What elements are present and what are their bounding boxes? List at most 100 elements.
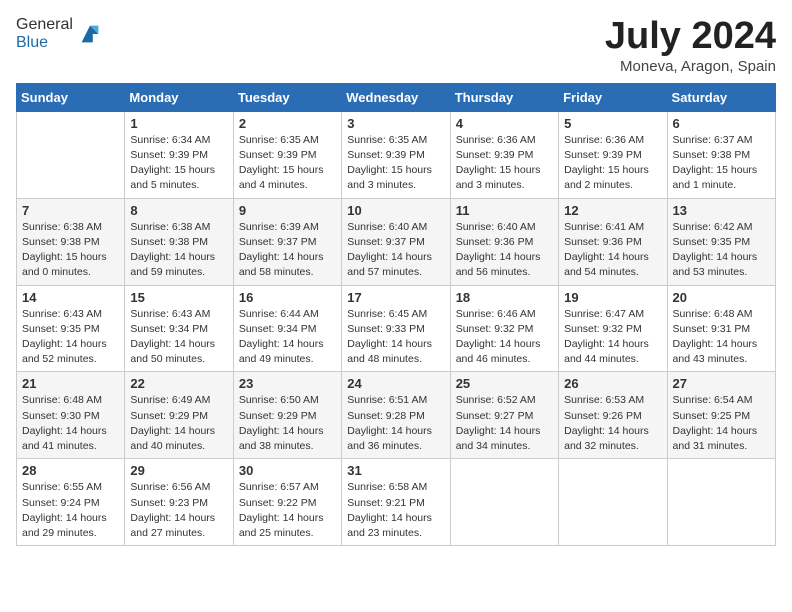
calendar-cell (17, 111, 125, 198)
day-info: Sunrise: 6:42 AMSunset: 9:35 PMDaylight:… (673, 220, 770, 281)
day-info: Sunrise: 6:47 AMSunset: 9:32 PMDaylight:… (564, 307, 661, 368)
day-number: 17 (347, 290, 444, 305)
day-info: Sunrise: 6:50 AMSunset: 9:29 PMDaylight:… (239, 393, 336, 454)
calendar-cell: 3Sunrise: 6:35 AMSunset: 9:39 PMDaylight… (342, 111, 450, 198)
day-info: Sunrise: 6:38 AMSunset: 9:38 PMDaylight:… (130, 220, 227, 281)
day-info: Sunrise: 6:43 AMSunset: 9:34 PMDaylight:… (130, 307, 227, 368)
day-number: 24 (347, 376, 444, 391)
calendar-cell: 16 Sunrise: 6:44 AMSunset: 9:34 PMDayligh… (233, 285, 341, 372)
title-block: July 2024 Moneva, Aragon, Spain (605, 16, 776, 75)
day-info: Sunrise: 6:36 AMSunset: 9:39 PMDaylight:… (456, 133, 553, 194)
day-number: 21 (22, 376, 119, 391)
day-number: 15 (130, 290, 227, 305)
month-title: July 2024 (605, 16, 776, 58)
calendar-week-3: 14 Sunrise: 6:43 AMSunset: 9:35 PMDayligh… (17, 285, 776, 372)
day-info: Sunrise: 6:52 AMSunset: 9:27 PMDaylight:… (456, 393, 553, 454)
day-number: 2 (239, 116, 336, 131)
day-number: 8 (130, 203, 227, 218)
calendar-cell: 10 Sunrise: 6:40 AMSunset: 9:37 PMDayligh… (342, 198, 450, 285)
day-number: 10 (347, 203, 444, 218)
calendar-cell: 24 Sunrise: 6:51 AMSunset: 9:28 PMDayligh… (342, 372, 450, 459)
calendar-cell (559, 459, 667, 546)
day-number: 3 (347, 116, 444, 131)
day-number: 27 (673, 376, 770, 391)
calendar-table: SundayMondayTuesdayWednesdayThursdayFrid… (16, 83, 776, 546)
day-info: Sunrise: 6:43 AMSunset: 9:35 PMDaylight:… (22, 307, 119, 368)
calendar-header: SundayMondayTuesdayWednesdayThursdayFrid… (17, 83, 776, 111)
page-header: General Blue July 2024 Moneva, Aragon, S… (16, 16, 776, 75)
day-info: Sunrise: 6:41 AMSunset: 9:36 PMDaylight:… (564, 220, 661, 281)
calendar-week-2: 7 Sunrise: 6:38 AMSunset: 9:38 PMDaylight… (17, 198, 776, 285)
calendar-cell: 6 Sunrise: 6:37 AMSunset: 9:38 PMDaylight… (667, 111, 775, 198)
day-number: 4 (456, 116, 553, 131)
day-number: 23 (239, 376, 336, 391)
header-day-wednesday: Wednesday (342, 83, 450, 111)
calendar-cell: 17Sunrise: 6:45 AMSunset: 9:33 PMDayligh… (342, 285, 450, 372)
logo-blue: Blue (16, 34, 48, 51)
day-info: Sunrise: 6:53 AMSunset: 9:26 PMDaylight:… (564, 393, 661, 454)
calendar-cell: 26Sunrise: 6:53 AMSunset: 9:26 PMDayligh… (559, 372, 667, 459)
day-number: 5 (564, 116, 661, 131)
calendar-cell: 13 Sunrise: 6:42 AMSunset: 9:35 PMDayligh… (667, 198, 775, 285)
day-info: Sunrise: 6:56 AMSunset: 9:23 PMDaylight:… (130, 480, 227, 541)
header-day-friday: Friday (559, 83, 667, 111)
day-number: 16 (239, 290, 336, 305)
day-info: Sunrise: 6:49 AMSunset: 9:29 PMDaylight:… (130, 393, 227, 454)
calendar-cell: 21Sunrise: 6:48 AMSunset: 9:30 PMDayligh… (17, 372, 125, 459)
day-info: Sunrise: 6:39 AMSunset: 9:37 PMDaylight:… (239, 220, 336, 281)
calendar-cell: 18 Sunrise: 6:46 AMSunset: 9:32 PMDayligh… (450, 285, 558, 372)
day-info: Sunrise: 6:40 AMSunset: 9:37 PMDaylight:… (347, 220, 444, 281)
calendar-cell: 2Sunrise: 6:35 AMSunset: 9:39 PMDaylight… (233, 111, 341, 198)
calendar-cell: 19Sunrise: 6:47 AMSunset: 9:32 PMDayligh… (559, 285, 667, 372)
calendar-cell: 22Sunrise: 6:49 AMSunset: 9:29 PMDayligh… (125, 372, 233, 459)
header-row: SundayMondayTuesdayWednesdayThursdayFrid… (17, 83, 776, 111)
calendar-week-5: 28Sunrise: 6:55 AMSunset: 9:24 PMDayligh… (17, 459, 776, 546)
day-number: 9 (239, 203, 336, 218)
day-number: 11 (456, 203, 553, 218)
calendar-cell: 25Sunrise: 6:52 AMSunset: 9:27 PMDayligh… (450, 372, 558, 459)
calendar-cell: 20 Sunrise: 6:48 AMSunset: 9:31 PMDayligh… (667, 285, 775, 372)
calendar-cell: 8 Sunrise: 6:38 AMSunset: 9:38 PMDaylight… (125, 198, 233, 285)
calendar-cell: 30Sunrise: 6:57 AMSunset: 9:22 PMDayligh… (233, 459, 341, 546)
day-number: 12 (564, 203, 661, 218)
day-info: Sunrise: 6:48 AMSunset: 9:31 PMDaylight:… (673, 307, 770, 368)
calendar-cell: 27Sunrise: 6:54 AMSunset: 9:25 PMDayligh… (667, 372, 775, 459)
day-number: 20 (673, 290, 770, 305)
calendar-week-4: 21Sunrise: 6:48 AMSunset: 9:30 PMDayligh… (17, 372, 776, 459)
day-number: 6 (673, 116, 770, 131)
day-number: 18 (456, 290, 553, 305)
day-number: 28 (22, 463, 119, 478)
calendar-cell: 23 Sunrise: 6:50 AMSunset: 9:29 PMDayligh… (233, 372, 341, 459)
logo: General Blue (16, 16, 104, 52)
calendar-body: 1Sunrise: 6:34 AMSunset: 9:39 PMDaylight… (17, 111, 776, 545)
day-info: Sunrise: 6:34 AMSunset: 9:39 PMDaylight:… (130, 133, 227, 194)
calendar-cell (450, 459, 558, 546)
calendar-cell: 5 Sunrise: 6:36 AMSunset: 9:39 PMDaylight… (559, 111, 667, 198)
logo-icon (76, 20, 104, 48)
calendar-cell (667, 459, 775, 546)
day-info: Sunrise: 6:36 AMSunset: 9:39 PMDaylight:… (564, 133, 661, 194)
day-number: 31 (347, 463, 444, 478)
calendar-week-1: 1Sunrise: 6:34 AMSunset: 9:39 PMDaylight… (17, 111, 776, 198)
calendar-cell: 29Sunrise: 6:56 AMSunset: 9:23 PMDayligh… (125, 459, 233, 546)
calendar-cell: 15 Sunrise: 6:43 AMSunset: 9:34 PMDayligh… (125, 285, 233, 372)
logo-text: General Blue (16, 16, 104, 52)
header-day-sunday: Sunday (17, 83, 125, 111)
calendar-cell: 4 Sunrise: 6:36 AMSunset: 9:39 PMDaylight… (450, 111, 558, 198)
day-number: 13 (673, 203, 770, 218)
day-info: Sunrise: 6:57 AMSunset: 9:22 PMDaylight:… (239, 480, 336, 541)
day-info: Sunrise: 6:40 AMSunset: 9:36 PMDaylight:… (456, 220, 553, 281)
day-info: Sunrise: 6:58 AMSunset: 9:21 PMDaylight:… (347, 480, 444, 541)
calendar-cell: 12 Sunrise: 6:41 AMSunset: 9:36 PMDayligh… (559, 198, 667, 285)
header-day-monday: Monday (125, 83, 233, 111)
calendar-cell: 7Sunrise: 6:38 AMSunset: 9:38 PMDaylight… (17, 198, 125, 285)
day-info: Sunrise: 6:37 AMSunset: 9:38 PMDaylight:… (673, 133, 770, 194)
day-info: Sunrise: 6:46 AMSunset: 9:32 PMDaylight:… (456, 307, 553, 368)
day-info: Sunrise: 6:51 AMSunset: 9:28 PMDaylight:… (347, 393, 444, 454)
day-info: Sunrise: 6:44 AMSunset: 9:34 PMDaylight:… (239, 307, 336, 368)
calendar-cell: 1Sunrise: 6:34 AMSunset: 9:39 PMDaylight… (125, 111, 233, 198)
day-number: 7 (22, 203, 119, 218)
calendar-cell: 11 Sunrise: 6:40 AMSunset: 9:36 PMDayligh… (450, 198, 558, 285)
day-number: 14 (22, 290, 119, 305)
calendar-cell: 31 Sunrise: 6:58 AMSunset: 9:21 PMDayligh… (342, 459, 450, 546)
